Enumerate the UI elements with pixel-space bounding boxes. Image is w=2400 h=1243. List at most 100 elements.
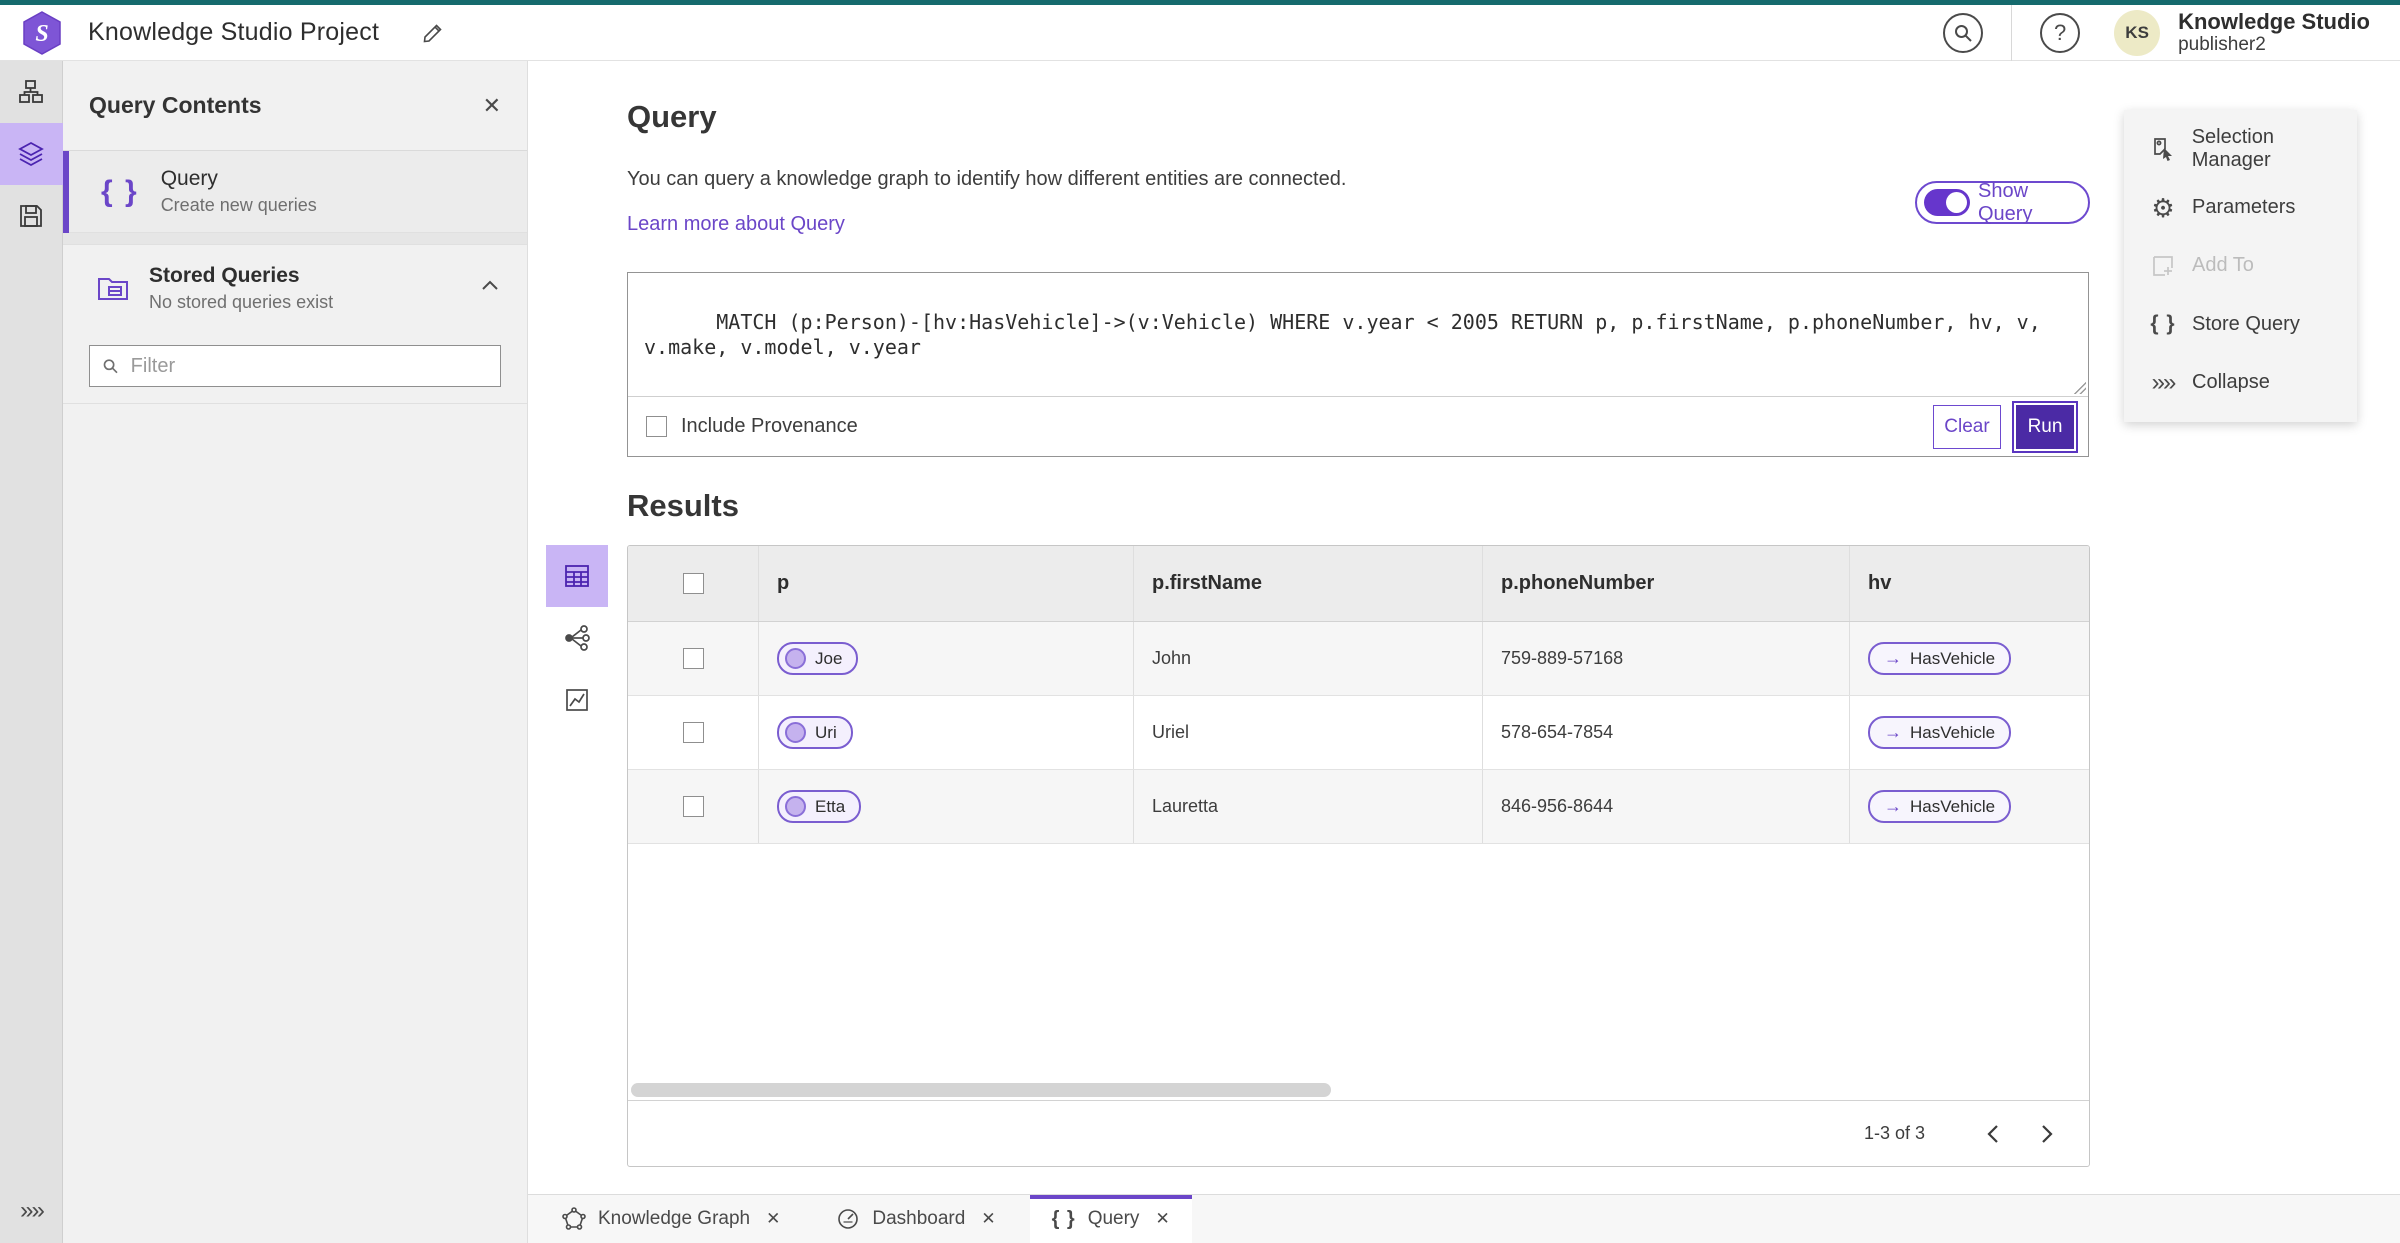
rail-expand-icon[interactable]: »» (0, 1197, 63, 1225)
panel-spacer (63, 233, 527, 245)
add-to-button[interactable]: Add To (2124, 239, 2357, 293)
panel-title: Query Contents (89, 92, 262, 118)
cell-firstname: John (1152, 648, 1192, 668)
show-query-toggle[interactable]: Show Query (1915, 180, 2090, 225)
query-description: You can query a knowledge graph to ident… (627, 168, 1347, 190)
graph-view-button[interactable] (546, 607, 608, 669)
results-title: Results (627, 488, 739, 523)
run-button[interactable]: Run (2016, 404, 2074, 449)
select-all-checkbox[interactable] (682, 573, 704, 594)
braces-icon: { } (2150, 312, 2176, 336)
chevron-right-icon (2042, 1124, 2053, 1143)
pagination-row: 1-3 of 3 (628, 1100, 2089, 1166)
edge-pill[interactable]: → HasVehicle (1868, 716, 2012, 749)
panel-close-icon[interactable]: ✕ (483, 93, 501, 119)
dashboard-icon (836, 1207, 860, 1231)
pagination-range: 1-3 of 3 (1863, 1123, 1925, 1143)
gear-icon: ⚙ (2151, 192, 2175, 223)
braces-icon: { } (1051, 1207, 1076, 1230)
sidebar-item-query[interactable]: { } Query Create new queries (63, 151, 527, 233)
previous-page-button[interactable] (1971, 1112, 2015, 1156)
save-icon (20, 205, 42, 227)
rail-ontology-button[interactable] (0, 61, 63, 123)
stored-queries-title: Stored Queries (149, 263, 300, 287)
header-divider (2011, 4, 2013, 61)
search-button[interactable] (1943, 12, 1984, 53)
query-text: MATCH (p:Person)-[hv:HasVehicle]->(v:Veh… (644, 310, 2053, 359)
node-pill[interactable]: Uri (777, 716, 853, 749)
left-icon-rail: »» (0, 61, 63, 1243)
node-pill[interactable]: Joe (777, 642, 859, 675)
chevron-up-icon[interactable] (481, 279, 499, 291)
learn-more-link[interactable]: Learn more about Query (627, 213, 845, 236)
next-page-button[interactable] (2025, 1112, 2069, 1156)
page-title: Query (627, 99, 717, 134)
query-footer: Include Provenance Clear Run (628, 396, 2088, 456)
search-icon (1955, 24, 1972, 42)
knowledge-graph-icon (562, 1207, 586, 1231)
row-checkbox[interactable] (682, 648, 704, 669)
store-query-button[interactable]: { } Store Query (2124, 297, 2357, 351)
app-logo-icon[interactable]: S (22, 10, 62, 55)
svg-text:S: S (35, 21, 48, 47)
table-row: Etta Lauretta 846-956-8644 → HasVehicle (628, 770, 2089, 844)
rail-save-button[interactable] (0, 185, 63, 247)
query-actions-panel: Selection Manager ⚙ Parameters Add To { … (2124, 110, 2357, 422)
cell-firstname: Uriel (1152, 722, 1190, 742)
table-empty-area (628, 844, 2089, 1080)
clear-button[interactable]: Clear (1933, 404, 2001, 449)
chart-view-button[interactable] (546, 669, 608, 731)
user-avatar[interactable]: KS (2114, 9, 2161, 56)
resize-grip[interactable] (2074, 382, 2086, 394)
edge-pill[interactable]: → HasVehicle (1868, 642, 2012, 675)
include-provenance-label: Include Provenance (681, 415, 858, 437)
close-tab-icon[interactable]: ✕ (1155, 1209, 1169, 1229)
collapse-icon: »» (2151, 368, 2177, 396)
column-header-phonenumber[interactable]: p.phoneNumber (1501, 572, 1654, 595)
node-icon (785, 648, 806, 669)
query-textarea[interactable]: MATCH (p:Person)-[hv:HasVehicle]->(v:Veh… (628, 273, 2088, 396)
bottom-tab-bar: Knowledge Graph ✕ Dashboard ✕ { } Query … (528, 1194, 2400, 1243)
tab-dashboard[interactable]: Dashboard ✕ (814, 1195, 1017, 1243)
horizontal-scrollbar[interactable] (628, 1080, 2089, 1100)
sidebar-item-stored-queries[interactable]: Stored Queries No stored queries exist (63, 245, 527, 331)
edge-arrow-icon: → (1884, 722, 1902, 742)
close-tab-icon[interactable]: ✕ (766, 1209, 780, 1229)
table-header-row: p p.firstName p.phoneNumber hv (628, 546, 2089, 622)
rail-queries-button[interactable] (0, 123, 63, 185)
cell-firstname: Lauretta (1152, 796, 1219, 816)
chart-icon (566, 689, 588, 711)
help-button[interactable]: ? (2040, 12, 2081, 53)
include-provenance-checkbox[interactable] (646, 416, 667, 437)
row-checkbox[interactable] (682, 722, 704, 743)
filter-input[interactable] (130, 354, 488, 378)
parameters-button[interactable]: ⚙ Parameters (2124, 181, 2357, 235)
selection-manager-button[interactable]: Selection Manager (2124, 122, 2357, 176)
app-header: S Knowledge Studio Project ? KS Knowledg… (0, 4, 2400, 61)
table-view-button[interactable] (546, 545, 608, 607)
user-role: publisher2 (2178, 34, 2266, 56)
braces-icon: { } (101, 174, 139, 208)
node-icon (785, 796, 806, 817)
scrollbar-thumb[interactable] (631, 1083, 1331, 1097)
graph-nodes-icon (565, 625, 590, 651)
column-header-firstname[interactable]: p.firstName (1152, 572, 1262, 595)
node-pill[interactable]: Etta (777, 790, 862, 823)
panel-divider (63, 403, 527, 404)
collapse-button[interactable]: »» Collapse (2124, 356, 2357, 410)
tab-query[interactable]: { } Query ✕ (1029, 1195, 1192, 1243)
edge-arrow-icon: → (1884, 648, 1902, 668)
edge-pill[interactable]: → HasVehicle (1868, 790, 2012, 823)
column-header-hv[interactable]: hv (1868, 572, 1891, 595)
row-checkbox[interactable] (682, 796, 704, 817)
edit-title-icon[interactable] (421, 21, 445, 45)
filter-search-icon (103, 359, 118, 374)
header-actions: ? KS Knowledge Studio publisher2 (1943, 4, 2400, 61)
close-tab-icon[interactable]: ✕ (981, 1209, 995, 1229)
selected-indicator (63, 151, 69, 233)
node-icon (785, 722, 806, 743)
column-header-p[interactable]: p (777, 572, 789, 595)
top-accent-bar (0, 0, 2400, 5)
filter-field[interactable] (89, 345, 501, 387)
tab-knowledge-graph[interactable]: Knowledge Graph ✕ (540, 1195, 802, 1243)
